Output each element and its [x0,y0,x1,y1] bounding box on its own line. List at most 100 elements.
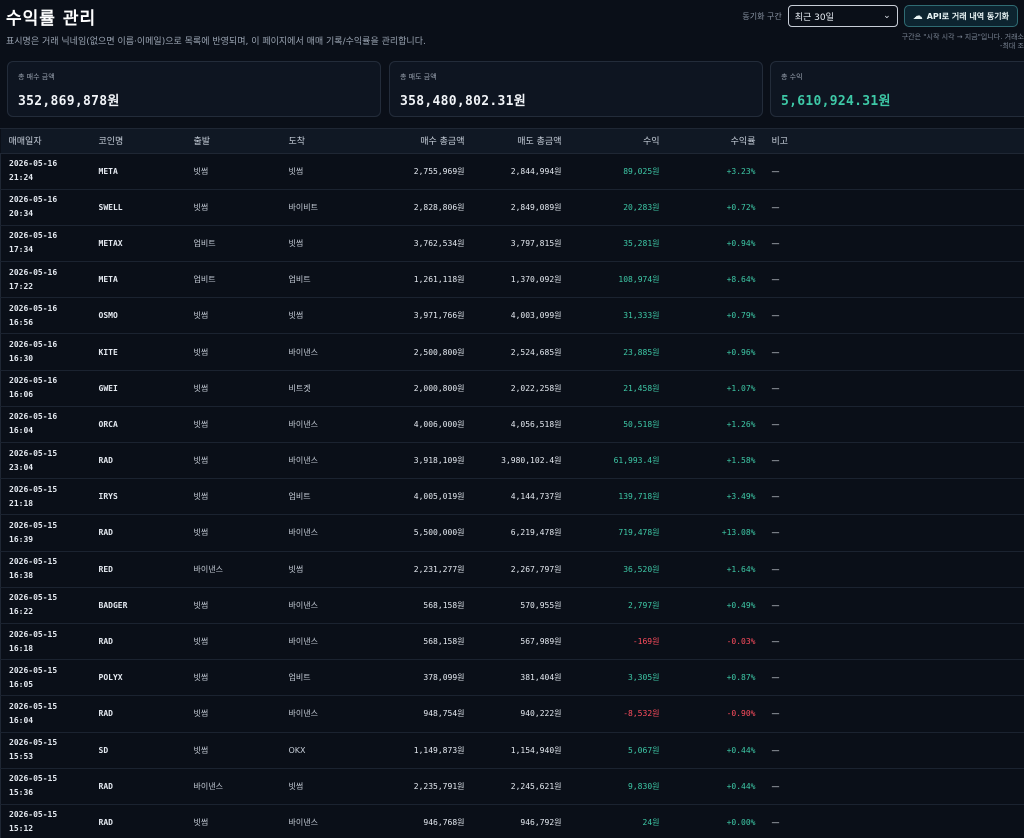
page-title: 수익률 관리 [6,9,97,29]
cell-buy-total: 2,235,791원 [375,768,473,805]
trade-date: 2026-05-15 [9,738,58,748]
cell-buy-total: 568,158원 [375,623,473,661]
cell-coin: META [90,261,186,299]
cell-buy-total: 3,762,534원 [375,225,473,263]
column-header-buy-total[interactable]: 매수 총금액 [375,129,473,154]
cell-profit-rate: -0.90% [667,695,764,733]
table-row[interactable]: 2026-05-15 16:05 POLYX 빗썸 업비트 378,099원 381,404… [0,659,1024,697]
cell-profit: -8,532원 [569,695,668,733]
trade-time: 16:05 [9,679,34,689]
table-row[interactable]: 2026-05-15 15:12 RAD 빗썸 바이낸스 946,768원 946,792원… [0,804,1024,838]
cell-profit-rate: +13.08% [667,514,764,552]
cell-buy-total: 4,006,000원 [375,406,473,444]
cell-date: 2026-05-15 16:18 [0,623,91,661]
sync-range-select[interactable]: 최근 30일 ⌄ [787,5,898,27]
cell-profit-rate: +1.07% [667,370,764,407]
table-row[interactable]: 2026-05-15 15:53 SD 빗썸 OKX 1,149,873원 1,154,94… [0,732,1024,769]
table-row[interactable]: 2026-05-15 16:39 RAD 빗썸 바이낸스 5,500,000원 6,219,… [0,514,1024,552]
column-header-profit-rate[interactable]: 수익률 [667,129,764,154]
trade-time: 21:18 [9,498,34,508]
trade-date: 2026-05-15 [9,774,58,784]
trade-time: 16:06 [9,390,34,400]
table-row[interactable]: 2026-05-15 16:18 RAD 빗썸 바이낸스 568,158원 567,989원… [0,623,1024,661]
table-row[interactable]: 2026-05-15 16:04 RAD 빗썸 바이낸스 948,754원 940,222원… [0,695,1024,733]
table-row[interactable]: 2026-05-16 20:34 SWELL 빗썸 바이비트 2,828,806원 2,84… [0,189,1024,226]
table-row[interactable]: 2026-05-16 16:04 ORCA 빗썸 바이낸스 4,006,000원 4,056… [0,406,1024,444]
cell-to-exchange: 업비트 [280,478,376,516]
cell-note: — [763,623,1024,661]
cell-coin: SD [90,732,186,769]
cell-date: 2026-05-15 16:39 [0,514,91,552]
cell-to-exchange: 빗썸 [280,225,376,263]
cell-to-exchange: 업비트 [280,659,376,697]
cell-note: — [763,587,1024,624]
cell-sell-total: 2,267,797원 [472,551,570,588]
cell-date: 2026-05-16 17:34 [0,225,91,263]
table-row[interactable]: 2026-05-16 16:06 GWEI 빗썸 비트겟 2,000,800원 2,022,… [0,370,1024,407]
table-row[interactable]: 2026-05-16 16:56 OSMO 빗썸 빗썸 3,971,766원 4,003,0… [0,297,1024,335]
cell-from-exchange: 바이낸스 [185,551,281,588]
page-header: 수익률 관리 표시명은 거래 닉네임(없으면 이름·이메일)으로 목록에 반영되… [6,4,426,47]
cell-buy-total: 2,000,800원 [375,370,473,407]
sync-hint-line-2: -최대 조 [999,42,1024,50]
cell-from-exchange: 빗썸 [185,659,281,697]
api-sync-button[interactable]: ☁ API로 거래 내역 동기화 [903,5,1018,27]
column-header-profit[interactable]: 수익 [569,129,668,154]
trade-table-container[interactable]: 매매일자 코인명 출발 도착 매수 총금액 매도 총금액 수익 수익률 비고 2026-05-1… [0,128,1024,838]
cell-buy-total: 948,754원 [375,695,473,733]
cell-to-exchange: 빗썸 [280,153,376,190]
cell-coin: KITE [90,333,186,371]
trade-date: 2026-05-16 [9,376,58,386]
trade-date: 2026-05-15 [9,665,58,675]
table-row[interactable]: 2026-05-15 16:38 RED 바이낸스 빗썸 2,231,277원 2,267,… [0,551,1024,588]
cell-from-exchange: 바이낸스 [185,768,281,805]
cell-to-exchange: 빗썸 [280,768,376,805]
column-header-coin[interactable]: 코인명 [90,129,186,154]
cell-profit: -169원 [569,623,668,661]
cell-note: — [763,551,1024,588]
cell-to-exchange: 바이비트 [280,189,376,226]
cell-note: — [763,695,1024,733]
column-header-sell-total[interactable]: 매도 총금액 [472,129,570,154]
trade-date: 2026-05-15 [9,448,58,458]
table-row[interactable]: 2026-05-15 21:18 IRYS 빗썸 업비트 4,005,019원 4,144,… [0,478,1024,516]
cell-profit-rate: +0.87% [667,659,764,697]
table-row[interactable]: 2026-05-15 16:22 BADGER 빗썸 바이낸스 568,158원 570,9… [0,587,1024,624]
table-row[interactable]: 2026-05-15 15:36 RAD 바이낸스 빗썸 2,235,791원 2,245,… [0,768,1024,805]
cell-date: 2026-05-15 15:36 [0,768,91,805]
cell-profit-rate: +0.96% [667,333,764,371]
column-header-from[interactable]: 출발 [185,129,281,154]
cell-to-exchange: 비트겟 [280,370,376,407]
cell-sell-total: 1,154,940원 [472,732,570,769]
table-row[interactable]: 2026-05-16 16:30 KITE 빗썸 바이낸스 2,500,800원 2,524… [0,333,1024,371]
total-profit-label: 총 수익 [781,73,803,81]
column-header-to[interactable]: 도착 [280,129,376,154]
table-row[interactable]: 2026-05-15 23:04 RAD 빗썸 바이낸스 3,918,109원 3,980,… [0,442,1024,480]
table-row[interactable]: 2026-05-16 17:22 META 업비트 업비트 1,261,118원 1,370… [0,261,1024,299]
trade-date: 2026-05-16 [9,303,58,313]
cell-profit-rate: +0.49% [667,587,764,624]
trade-date: 2026-05-15 [9,484,58,494]
cell-note: — [763,225,1024,263]
total-profit-card: 총 수익 5,610,924.31원 [770,61,1024,117]
trade-date: 2026-05-15 [9,593,58,603]
column-header-note[interactable]: 비고 [763,129,1024,154]
cell-date: 2026-05-15 16:22 [0,587,91,624]
cell-buy-total: 4,005,019원 [375,478,473,516]
cell-buy-total: 2,755,969원 [375,153,473,190]
cell-to-exchange: 바이낸스 [280,804,376,838]
cell-profit-rate: +1.64% [667,551,764,588]
cell-profit: 61,993.4원 [569,442,668,480]
cloud-sync-icon: ☁ [912,10,923,22]
cell-profit: 3,305원 [569,659,668,697]
trade-time: 16:30 [9,354,34,364]
total-buy-label: 총 매수 금액 [18,73,55,81]
cell-coin: OSMO [90,297,186,335]
cell-profit: 21,458원 [569,370,668,407]
trade-time: 15:36 [9,788,34,798]
trade-time: 16:18 [9,643,34,653]
table-row[interactable]: 2026-05-16 17:34 METAX 업비트 빗썸 3,762,534원 3,797… [0,225,1024,263]
table-row[interactable]: 2026-05-16 21:24 META 빗썸 빗썸 2,755,969원 2,844,9… [0,153,1024,190]
column-header-date[interactable]: 매매일자 [0,129,91,154]
cell-coin: ORCA [90,406,186,444]
